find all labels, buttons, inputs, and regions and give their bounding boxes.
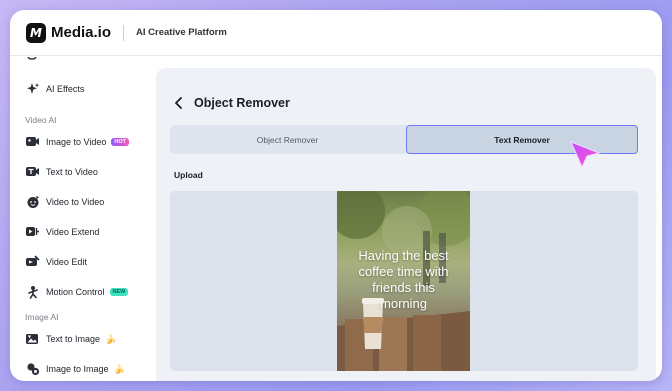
sidebar-item-text-to-image[interactable]: Text to Image 🍌	[25, 330, 116, 348]
sidebar-item-video-to-video[interactable]: Video to Video	[25, 193, 104, 211]
image-image-icon	[25, 362, 40, 377]
sidebar-item-label: Text to Image	[46, 334, 101, 344]
tab-object-remover[interactable]: Object Remover	[170, 125, 405, 154]
sidebar-item-label: Video to Video	[46, 197, 105, 207]
photo-overlay-text: Having the best coffee time with friends…	[337, 248, 470, 312]
sidebar-item-label: Video Edit	[46, 257, 87, 267]
page-header: Object Remover	[174, 96, 290, 110]
pointer-cursor-icon	[570, 141, 601, 169]
sidebar-item-motion-control[interactable]: Motion Control NEW	[25, 283, 129, 301]
page-title: Object Remover	[194, 96, 290, 110]
section-video-ai: Video AI	[25, 115, 57, 125]
sidebar: AI Effects Video AI Image to Video HOT T…	[10, 57, 152, 381]
back-arrow-icon[interactable]	[174, 96, 186, 110]
banana-icon: 🍌	[113, 363, 125, 374]
text-video-icon	[25, 165, 40, 180]
sidebar-item-label: Motion Control	[46, 287, 105, 297]
top-bar: M Media.io AI Creative Platform	[10, 10, 662, 56]
uploaded-photo: Having the best coffee time with friends…	[337, 191, 470, 371]
video-extend-icon	[25, 225, 40, 240]
app-window: M Media.io AI Creative Platform AI Effec…	[10, 10, 662, 381]
sidebar-item-image-to-image[interactable]: Image to Image 🍌	[25, 360, 125, 378]
banana-icon: 🍌	[105, 333, 117, 344]
image-video-icon	[25, 135, 40, 150]
photo-text-line: morning	[380, 296, 427, 311]
sidebar-item-label: Image to Image	[46, 364, 109, 374]
sidebar-item-label: Text to Video	[46, 167, 98, 177]
upload-label: Upload	[174, 170, 203, 180]
new-badge: NEW	[109, 288, 129, 296]
section-image-ai: Image AI	[25, 312, 59, 322]
main-panel: Object Remover Object Remover Text Remov…	[156, 68, 656, 381]
text-image-icon	[25, 332, 40, 347]
sidebar-item-image-to-video[interactable]: Image to Video HOT	[25, 133, 130, 151]
platform-label: AI Creative Platform	[136, 27, 227, 38]
brand-logo-icon[interactable]: M	[26, 22, 46, 43]
upload-dropzone[interactable]: Having the best coffee time with friends…	[170, 191, 638, 371]
sidebar-item-label: Image to Video	[46, 137, 107, 147]
motion-control-icon	[25, 285, 40, 300]
header-divider	[123, 24, 125, 41]
sidebar-item-ai-effects[interactable]: AI Effects	[25, 80, 84, 98]
photo-text-line: friends this	[372, 280, 435, 295]
sparkle-icon	[25, 82, 40, 97]
hot-badge: HOT	[111, 138, 130, 146]
video-edit-icon	[25, 255, 40, 270]
photo-text-line: Having the best	[358, 248, 449, 263]
sidebar-item-text-to-video[interactable]: Text to Video	[25, 163, 98, 181]
face-video-icon	[25, 195, 40, 210]
brand-name[interactable]: Media.io	[51, 24, 111, 41]
sidebar-item-video-extend[interactable]: Video Extend	[25, 223, 99, 241]
sidebar-item-video-edit[interactable]: Video Edit	[25, 253, 87, 271]
sidebar-item-label: Video Extend	[46, 227, 100, 237]
photo-text-line: coffee time with	[358, 264, 449, 279]
partial-item-icon	[27, 57, 37, 60]
sidebar-item-label: AI Effects	[46, 84, 85, 94]
